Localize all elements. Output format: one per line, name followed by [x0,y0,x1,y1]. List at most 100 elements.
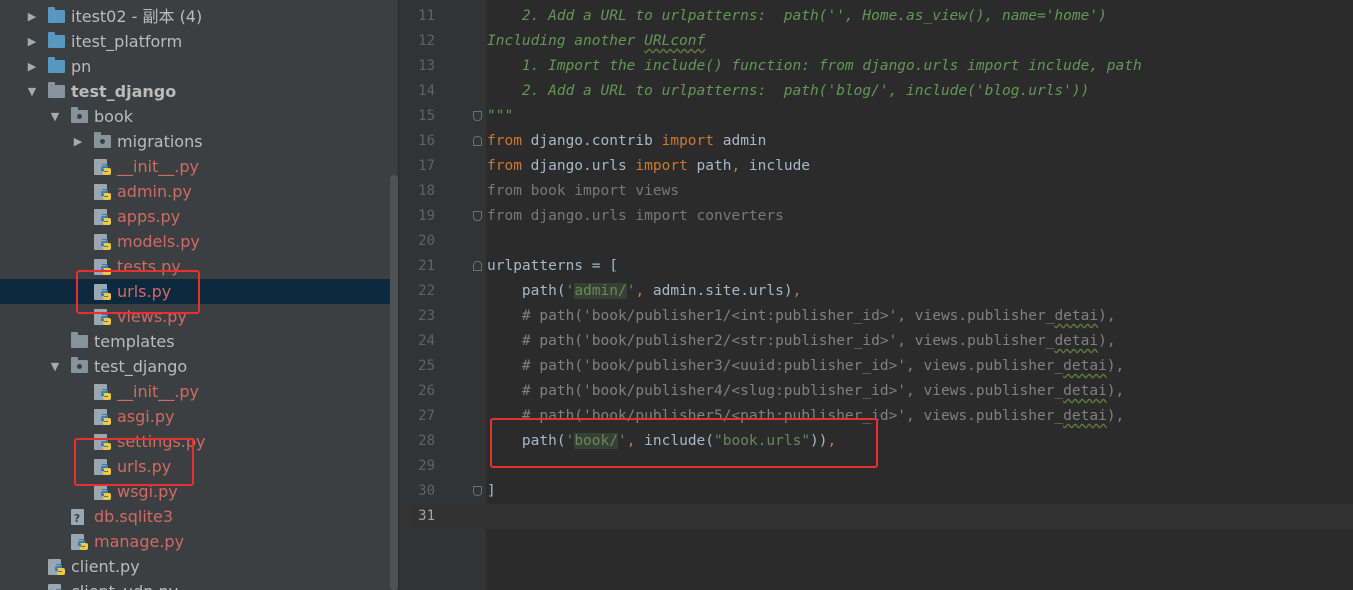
line-number[interactable]: 18 [410,179,435,204]
line-number[interactable]: 30 [410,479,435,504]
code-editor[interactable]: 11 2. Add a URL to urlpatterns: path('',… [410,0,1353,590]
code-line[interactable]: 26 # path('book/publisher4/<slug:publish… [410,379,1353,404]
tree-item-td-urls[interactable]: urls.py [0,454,398,479]
code-text: from django.urls import converters [487,204,784,229]
code-token: ), [1106,358,1125,374]
code-text: path('book/', include("book.urls")), [487,429,836,454]
line-number[interactable]: 14 [410,79,435,104]
code-line[interactable]: 16 from django.contrib import admin [410,129,1353,154]
fold-marker-icon[interactable] [473,136,482,146]
code-text: # path('book/publisher5/<path:publisher_… [487,404,1124,429]
code-token: from django.urls import converters [487,208,784,224]
tree-item-book-models[interactable]: models.py [0,229,398,254]
tree-item-book-urls[interactable]: urls.py [0,279,398,304]
tree-item-td-settings[interactable]: settings.py [0,429,398,454]
line-number[interactable]: 15 [410,104,435,129]
code-line[interactable]: 29 [410,454,1353,479]
code-token: # path('book/publisher2/<str:publisher_i… [487,333,1055,349]
tree-item-test-django-root[interactable]: ▼ test_django [0,79,398,104]
tree-item-book-tests[interactable]: tests.py [0,254,398,279]
tree-item-test-django-pkg[interactable]: ▼ test_django [0,354,398,379]
code-token: # path('book/publisher1/<int:publisher_i… [487,308,1055,324]
tree-item-client-udp[interactable]: client_udp.py [0,579,398,590]
code-token: 2. Add a URL to urlpatterns: path('blog/… [487,83,1090,99]
tree-item-td-asgi[interactable]: asgi.py [0,404,398,429]
code-line[interactable]: 31 [410,504,1353,529]
tree-item-db[interactable]: ? db.sqlite3 [0,504,398,529]
tree-item-book-views[interactable]: views.py [0,304,398,329]
code-token: admin.site.urls) [644,283,793,299]
tree-item-td-wsgi[interactable]: wsgi.py [0,479,398,504]
code-line[interactable]: 24 # path('book/publisher2/<str:publishe… [410,329,1353,354]
expand-arrow-icon[interactable]: ▶ [26,29,38,54]
collapse-arrow-icon[interactable]: ▼ [49,354,61,379]
tree-item-client[interactable]: client.py [0,554,398,579]
fold-marker-icon[interactable] [473,111,482,121]
tree-item-label: itest02 - 副本 (4) [71,7,203,26]
line-number[interactable]: 13 [410,54,435,79]
line-number[interactable]: 27 [410,404,435,429]
tree-item-templates[interactable]: templates [0,329,398,354]
tree-item-book-apps[interactable]: apps.py [0,204,398,229]
expand-arrow-icon[interactable]: ▶ [26,54,38,79]
code-line[interactable]: 11 2. Add a URL to urlpatterns: path('',… [410,4,1353,29]
code-line[interactable]: 19 from django.urls import converters [410,204,1353,229]
line-number[interactable]: 31 [410,504,435,529]
code-line[interactable]: 30] [410,479,1353,504]
code-line[interactable]: 14 2. Add a URL to urlpatterns: path('bl… [410,79,1353,104]
fold-marker-icon[interactable] [473,486,482,496]
line-number[interactable]: 19 [410,204,435,229]
tree-item-itest02[interactable]: ▶ itest02 - 副本 (4) [0,4,398,29]
tree-item-pn[interactable]: ▶ pn [0,54,398,79]
line-number[interactable]: 21 [410,254,435,279]
code-line[interactable]: 23 # path('book/publisher1/<int:publishe… [410,304,1353,329]
code-token: path( [487,433,566,449]
line-number[interactable]: 28 [410,429,435,454]
line-number[interactable]: 24 [410,329,435,354]
tree-item-itest-platform[interactable]: ▶ itest_platform [0,29,398,54]
code-text: from django.contrib import admin [487,129,766,154]
code-line[interactable]: 25 # path('book/publisher3/<uuid:publish… [410,354,1353,379]
tree-item-migrations[interactable]: ▶ migrations [0,129,398,154]
code-line[interactable]: 21 urlpatterns = [ [410,254,1353,279]
line-number[interactable]: 23 [410,304,435,329]
folder-icon [48,82,66,100]
fold-marker-icon[interactable] [473,261,482,271]
python-file-icon [48,558,66,575]
fold-marker-icon[interactable] [473,211,482,221]
code-line[interactable]: 20 [410,229,1353,254]
python-file-icon [94,483,112,500]
panel-divider[interactable] [398,0,410,590]
code-line[interactable]: 22 path('admin/', admin.site.urls), [410,279,1353,304]
code-line[interactable]: 12 Including another URLconf [410,29,1353,54]
expand-arrow-icon[interactable]: ▶ [72,129,84,154]
line-number[interactable]: 11 [410,4,435,29]
line-number[interactable]: 26 [410,379,435,404]
line-number[interactable]: 17 [410,154,435,179]
tree-item-label: client_udp.py [71,579,178,590]
line-number[interactable]: 25 [410,354,435,379]
code-area[interactable]: 11 2. Add a URL to urlpatterns: path('',… [410,4,1353,529]
tree-item-book[interactable]: ▼ book [0,104,398,129]
tree-item-td-init[interactable]: __init__.py [0,379,398,404]
line-number[interactable]: 20 [410,229,435,254]
line-number[interactable]: 16 [410,129,435,154]
tree-item-manage[interactable]: manage.py [0,529,398,554]
collapse-arrow-icon[interactable]: ▼ [26,79,38,104]
expand-arrow-icon[interactable]: ▶ [26,4,38,29]
tree-scrollbar[interactable] [390,175,398,590]
code-line[interactable]: 28 path('book/', include("book.urls")), [410,429,1353,454]
code-line[interactable]: 18 from book import views [410,179,1353,204]
line-number[interactable]: 22 [410,279,435,304]
code-line[interactable]: 15 """ [410,104,1353,129]
collapse-arrow-icon[interactable]: ▼ [49,104,61,129]
line-number[interactable]: 12 [410,29,435,54]
line-number[interactable]: 29 [410,454,435,479]
code-line[interactable]: 17 from django.urls import path, include [410,154,1353,179]
code-token: django.contrib [521,133,662,149]
tree-item-book-admin[interactable]: admin.py [0,179,398,204]
code-line[interactable]: 13 1. Import the include() function: fro… [410,54,1353,79]
code-line[interactable]: 27 # path('book/publisher5/<path:publish… [410,404,1353,429]
tree-item-book-init[interactable]: __init__.py [0,154,398,179]
code-token: django.urls [521,158,636,174]
